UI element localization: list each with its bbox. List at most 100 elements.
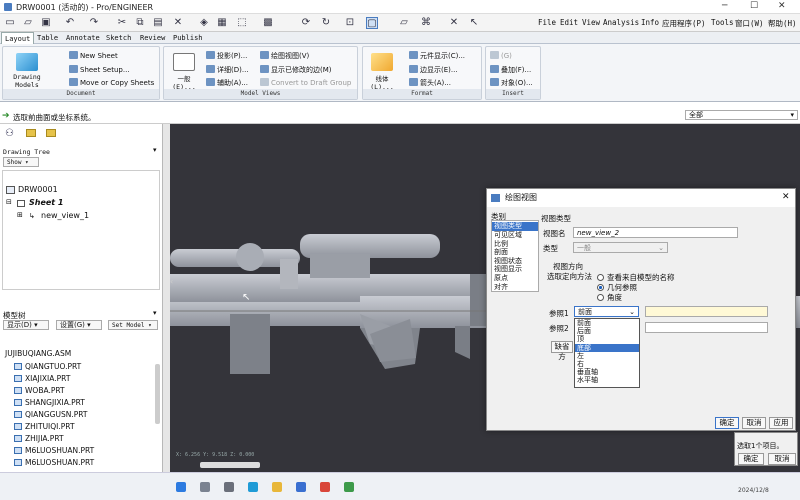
arrow-button[interactable]: 箭头(A)... [409,78,451,88]
start-icon[interactable] [176,482,186,492]
ref-option[interactable]: 右 [575,360,639,368]
menu-view[interactable]: View [582,18,600,27]
tab-layout[interactable]: Layout [1,32,35,44]
viewport-hscroll[interactable] [200,462,260,468]
ref1-dropdown[interactable]: 前面 ⌄ [574,306,639,317]
axis-icon[interactable]: ✕ [448,17,460,29]
cut-icon[interactable]: ✂ [116,17,128,29]
projection-button[interactable]: 投影(P)... [206,51,247,61]
folder-browser-icon[interactable] [26,129,36,137]
part-item[interactable]: SHANGJIXIA.PRT [14,398,85,407]
category-item[interactable]: 原点 [492,274,538,283]
select-ok-button[interactable]: 确定 [738,453,764,465]
ref-option-selected[interactable]: 底部 [575,343,639,352]
zoom-icon[interactable]: ⊡ [344,17,356,29]
category-item[interactable]: 视图显示 [492,265,538,274]
expand-icon[interactable]: ⊞ [17,211,23,219]
part-item[interactable]: M6LUOSHUAN.PRT [14,446,94,455]
window-icon[interactable]: ▢ [366,17,378,29]
ref-option[interactable]: 后面 [575,327,639,335]
move-copy-sheets-button[interactable]: Move or Copy Sheets [69,78,154,87]
apply-button[interactable]: 应用 [769,417,793,429]
ref2-selector-field[interactable] [645,322,768,333]
tab-table[interactable]: Table [34,32,61,44]
auxiliary-button[interactable]: 辅助(A)... [206,78,248,88]
task-view-icon[interactable] [224,482,234,492]
save-icon[interactable]: ▣ [40,17,52,29]
store-icon[interactable] [296,482,306,492]
maximize-icon[interactable]: ☐ [750,1,758,11]
menu-file[interactable]: File [538,18,556,27]
menu-applications[interactable]: 应用程序(P) [662,18,706,29]
tree-item-view[interactable]: new_view_1 [41,211,89,220]
browser-icon[interactable] [248,482,258,492]
category-item[interactable]: 对齐 [492,283,538,292]
menu-info[interactable]: Info [641,18,659,27]
category-item[interactable]: 可见区域 [492,231,538,240]
dialog-close-icon[interactable]: ✕ [782,192,790,202]
object-button[interactable]: 对象(O)... [490,78,533,88]
grid-icon[interactable]: ▦ [216,17,228,29]
part-item[interactable]: ZHITUIQI.PRT [14,422,75,431]
ref-option[interactable]: 顶 [575,335,639,343]
ref-option[interactable]: 水平轴 [575,376,639,384]
close-icon[interactable]: ✕ [778,1,786,11]
selection-filter[interactable]: 全部 ▾ [685,110,798,120]
search-icon[interactable] [200,482,210,492]
tab-publish[interactable]: Publish [170,32,206,44]
delete-icon[interactable]: ✕ [172,17,184,29]
grid-snap-icon[interactable]: ▩ [262,17,274,29]
model-tree-scrollbar[interactable] [155,364,160,424]
edge-display-button[interactable]: 边显示(E)... [409,65,458,75]
type-dropdown[interactable]: 一般 ⌄ [573,242,668,253]
model-tree-tab-icon[interactable]: ⚇ [5,128,14,139]
show-modified-edges-button[interactable]: 显示已修改的边(M) [260,65,332,75]
select-box-icon[interactable]: ⬚ [236,17,248,29]
tab-sketch[interactable]: Sketch [103,32,134,44]
set-model-dropdown[interactable]: Set Model ▾ [108,320,158,330]
drawing-models-button[interactable]: Drawing Models [7,53,47,89]
folder-icon[interactable] [272,482,282,492]
ok-button[interactable]: 确定 [715,417,739,429]
part-item[interactable]: M6LUOSHUAN.PRT [14,458,94,467]
model-tree-collapse-icon[interactable]: ▾ [153,309,157,317]
minimize-icon[interactable]: ─ [722,1,727,11]
open-file-icon[interactable]: ▱ [22,17,34,29]
mail-icon[interactable] [320,482,330,492]
menu-edit[interactable]: Edit [560,18,578,27]
redo-icon[interactable]: ↷ [88,17,100,29]
sheet-setup-button[interactable]: Sheet Setup... [69,65,130,74]
method-angle-radio[interactable]: 角度 [597,292,622,303]
tree-item-drawing-root[interactable]: DRW0001 [18,185,58,194]
cancel-button[interactable]: 取消 [742,417,766,429]
copy-icon[interactable]: ⧉ [134,17,146,29]
help-pointer-icon[interactable]: ↖ [468,17,480,29]
menu-analysis[interactable]: Analysis [603,18,639,27]
convert-draft-group-button[interactable]: Convert to Draft Group [260,78,351,87]
drawing-tree-show-dropdown[interactable]: Show ▾ [3,157,39,167]
assembly-root[interactable]: JUJIBUQIANG.ASM [5,349,71,358]
datum-icon[interactable]: ⌘ [420,17,432,29]
ref1-selector-field[interactable] [645,306,768,317]
drawing-view-button[interactable]: 绘图视图(V) [260,51,309,61]
part-item[interactable]: QIANGGUSN.PRT [14,410,88,419]
model-tree-settings-dropdown[interactable]: 设置(G) ▾ [56,320,102,330]
default-orientation-button[interactable]: 缺省方 [551,341,573,361]
line-style-button[interactable]: 线体(L)... [365,53,399,91]
ref-option[interactable]: 前面 [575,319,639,327]
detail-button[interactable]: 详细(D)... [206,65,249,75]
ref-option[interactable]: 左 [575,352,639,360]
favorites-icon[interactable] [46,129,56,137]
tree-item-sheet[interactable]: Sheet 1 [29,198,63,207]
panel-splitter[interactable] [163,124,170,472]
part-item[interactable]: ZHIJIA.PRT [14,434,64,443]
insert-g-button[interactable]: (G) [490,51,512,60]
tab-review[interactable]: Review [137,32,168,44]
part-item[interactable]: WOBA.PRT [14,386,65,395]
overlay-button[interactable]: 叠加(F)... [490,65,531,75]
category-item[interactable]: 视图类型 [492,222,538,231]
proe-icon[interactable] [344,482,354,492]
category-item[interactable]: 剖面 [492,248,538,257]
view-name-input[interactable]: new_view_2 [573,227,738,238]
select-cancel-button[interactable]: 取消 [768,453,796,465]
